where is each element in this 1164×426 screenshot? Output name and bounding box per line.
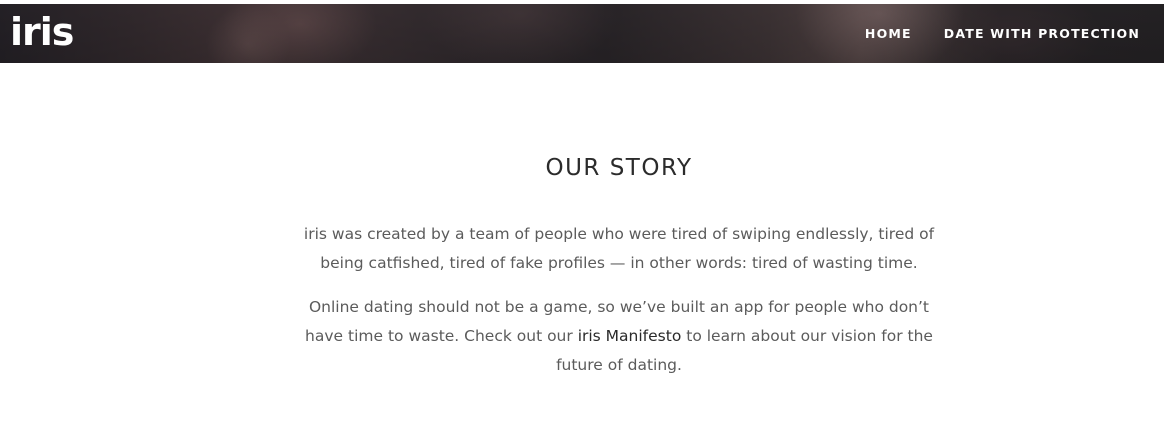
story-paragraph-2: Online dating should not be a game, so w… <box>300 293 938 380</box>
story-section: OUR STORY iris was created by a team of … <box>0 63 1164 426</box>
section-title: OUR STORY <box>545 155 693 181</box>
site-header: iris HOME DATE WITH PROTECTION <box>0 4 1164 63</box>
story-paragraph-1: iris was created by a team of people who… <box>303 225 935 272</box>
nav-home-link[interactable]: HOME <box>865 26 912 41</box>
iris-manifesto-link[interactable]: iris Manifesto <box>578 327 682 345</box>
nav-date-with-protection-link[interactable]: DATE WITH PROTECTION <box>944 26 1140 41</box>
main-nav: HOME DATE WITH PROTECTION <box>865 4 1140 63</box>
iris-logo[interactable]: iris <box>10 12 74 52</box>
